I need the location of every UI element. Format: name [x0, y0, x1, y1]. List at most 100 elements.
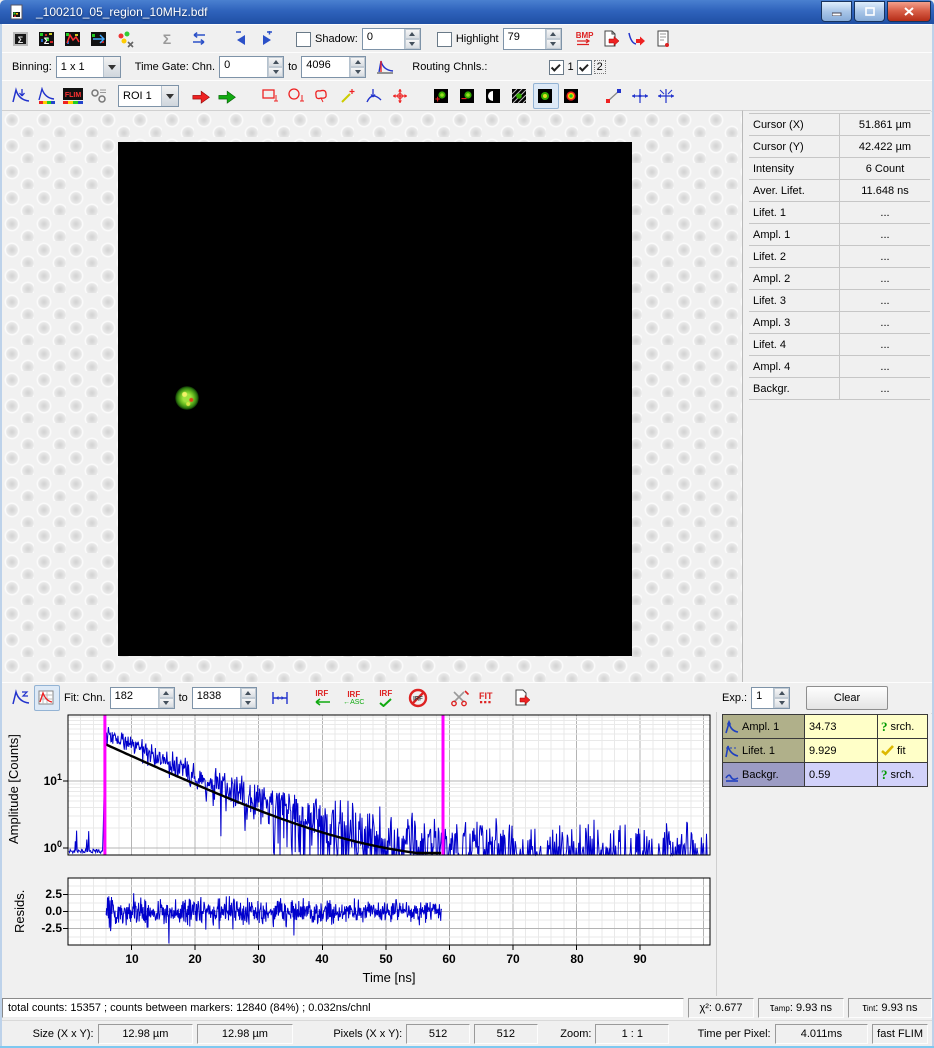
- chevron-down-icon[interactable]: [103, 57, 120, 77]
- sum-matrix-icon[interactable]: Σ: [8, 26, 34, 52]
- cursor-row-value: 51.861 µm: [840, 119, 930, 131]
- fit-from-spinner[interactable]: 182: [110, 687, 175, 709]
- chevron-down-icon[interactable]: [161, 86, 178, 106]
- flim-image[interactable]: [118, 142, 632, 656]
- highlight-checkbox[interactable]: [437, 32, 452, 47]
- color-edit-icon[interactable]: [112, 26, 138, 52]
- exp-spinner[interactable]: 1: [751, 687, 790, 709]
- irf-off-icon[interactable]: IRF: [405, 685, 431, 711]
- roi-rainbow-icon[interactable]: [559, 83, 585, 109]
- irf-import-icon[interactable]: IRF: [309, 685, 335, 711]
- spin-down-button[interactable]: [546, 39, 561, 49]
- rect-select-icon[interactable]: [257, 83, 283, 109]
- tau-colorbar-icon[interactable]: [34, 83, 60, 109]
- highlight-spinner[interactable]: 79: [503, 28, 562, 50]
- binning-label: Binning:: [12, 61, 52, 73]
- ellipse-select-icon[interactable]: [283, 83, 309, 109]
- fit-row-value[interactable]: 34.73: [805, 715, 878, 738]
- fit-row-status[interactable]: ?srch.: [878, 763, 927, 786]
- clear-button[interactable]: Clear: [806, 686, 888, 710]
- flim-icon[interactable]: FLIM: [60, 83, 86, 109]
- spin-up-button[interactable]: [159, 688, 174, 698]
- swap-arrows-icon[interactable]: [186, 26, 212, 52]
- image-view-area[interactable]: [2, 110, 742, 683]
- model-settings-icon[interactable]: [447, 685, 473, 711]
- roi-subtract-icon[interactable]: −: [455, 83, 481, 109]
- marker-span-icon[interactable]: [267, 685, 293, 711]
- irf-ascii-icon[interactable]: IRF←ASC: [341, 685, 367, 711]
- gate-curve-icon[interactable]: [372, 54, 398, 80]
- decay-chart-panel[interactable]: Amplitude [Counts] Resids. Time [ns] 102…: [2, 712, 716, 996]
- export-decay-icon[interactable]: [624, 26, 650, 52]
- pixels-x-value: 512: [406, 1024, 470, 1044]
- spin-down-button[interactable]: [405, 39, 420, 49]
- title-bar[interactable]: _100210_05_region_10MHz.bdf: [0, 0, 934, 24]
- lasso-select-icon[interactable]: [309, 83, 335, 109]
- spin-up-button[interactable]: [774, 688, 789, 698]
- spin-up-button[interactable]: [350, 57, 365, 67]
- sigma-icon[interactable]: Σ: [154, 26, 180, 52]
- spin-up-button[interactable]: [268, 57, 283, 67]
- gate-from-spinner[interactable]: 0: [219, 56, 284, 78]
- spin-up-button[interactable]: [546, 29, 561, 39]
- export-image-icon[interactable]: [598, 26, 624, 52]
- fit-to-spinner[interactable]: 1838: [192, 687, 257, 709]
- routing-checkbox-1[interactable]: [549, 60, 564, 75]
- shadow-spinner[interactable]: 0: [362, 28, 421, 50]
- bmp-export-icon[interactable]: BMP: [572, 26, 598, 52]
- roi-select[interactable]: ROI 1: [118, 85, 179, 107]
- decay-chart-svg[interactable]: [2, 712, 716, 996]
- roi-invert-icon[interactable]: [481, 83, 507, 109]
- histogram-image-icon[interactable]: [60, 26, 86, 52]
- minimize-button[interactable]: [821, 1, 852, 22]
- spin-down-button[interactable]: [350, 67, 365, 77]
- axis-move-icon[interactable]: [627, 83, 653, 109]
- spin-up-button[interactable]: [241, 688, 256, 698]
- gate-to-value[interactable]: 4096: [302, 57, 349, 77]
- fit-row-value[interactable]: 9.929: [805, 739, 878, 762]
- cursor-decay-icon[interactable]: [8, 83, 34, 109]
- close-button[interactable]: [887, 1, 931, 22]
- exp-value[interactable]: 1: [752, 688, 773, 708]
- sum-image-icon[interactable]: Σ: [34, 26, 60, 52]
- fit-row-value[interactable]: 0.59: [805, 763, 878, 786]
- profile-line-icon[interactable]: [601, 83, 627, 109]
- roi-add-icon[interactable]: +: [429, 83, 455, 109]
- irf-auto-check-icon[interactable]: IRF: [373, 685, 399, 711]
- spin-up-button[interactable]: [405, 29, 420, 39]
- highlight-value[interactable]: 79: [504, 29, 545, 49]
- prev-frame-icon[interactable]: [228, 26, 254, 52]
- roi-hatch-icon[interactable]: [507, 83, 533, 109]
- roi-mask-icon[interactable]: [533, 83, 559, 109]
- axis-scale-icon[interactable]: [653, 83, 679, 109]
- shift-image-icon[interactable]: [86, 26, 112, 52]
- apply-roi-red-arrow-icon[interactable]: [189, 83, 215, 109]
- main-toolbar: Σ Σ Σ Shadow: 0 Highlight 79 BMP: [2, 24, 932, 54]
- shadow-checkbox[interactable]: [296, 32, 311, 47]
- fit-row-status[interactable]: fit: [878, 739, 927, 762]
- matrix-options-icon[interactable]: [86, 83, 112, 109]
- routing-checkbox-2[interactable]: [577, 60, 592, 75]
- move-roi-icon[interactable]: [387, 83, 413, 109]
- maximize-button[interactable]: [854, 1, 885, 22]
- gate-to-spinner[interactable]: 4096: [301, 56, 366, 78]
- export-fit-icon[interactable]: [509, 685, 535, 711]
- run-fit-icon[interactable]: FIT▪▪▪: [473, 685, 499, 711]
- magic-wand-icon[interactable]: [335, 83, 361, 109]
- next-frame-icon[interactable]: [254, 26, 280, 52]
- spin-down-button[interactable]: [159, 698, 174, 708]
- fit-to-value[interactable]: 1838: [193, 688, 240, 708]
- shadow-value[interactable]: 0: [363, 29, 404, 49]
- fit-from-value[interactable]: 182: [111, 688, 158, 708]
- decay-trace-icon[interactable]: [8, 685, 34, 711]
- spin-down-button[interactable]: [774, 698, 789, 708]
- spin-down-button[interactable]: [268, 67, 283, 77]
- threshold-select-icon[interactable]: [361, 83, 387, 109]
- spin-down-button[interactable]: [241, 698, 256, 708]
- decay-matrix-icon[interactable]: [34, 685, 60, 711]
- export-report-icon[interactable]: [650, 26, 676, 52]
- fit-row-status[interactable]: ?srch.: [878, 715, 927, 738]
- apply-roi-green-arrow-icon[interactable]: [215, 83, 241, 109]
- binning-select[interactable]: 1 x 1: [56, 56, 121, 78]
- gate-from-value[interactable]: 0: [220, 57, 267, 77]
